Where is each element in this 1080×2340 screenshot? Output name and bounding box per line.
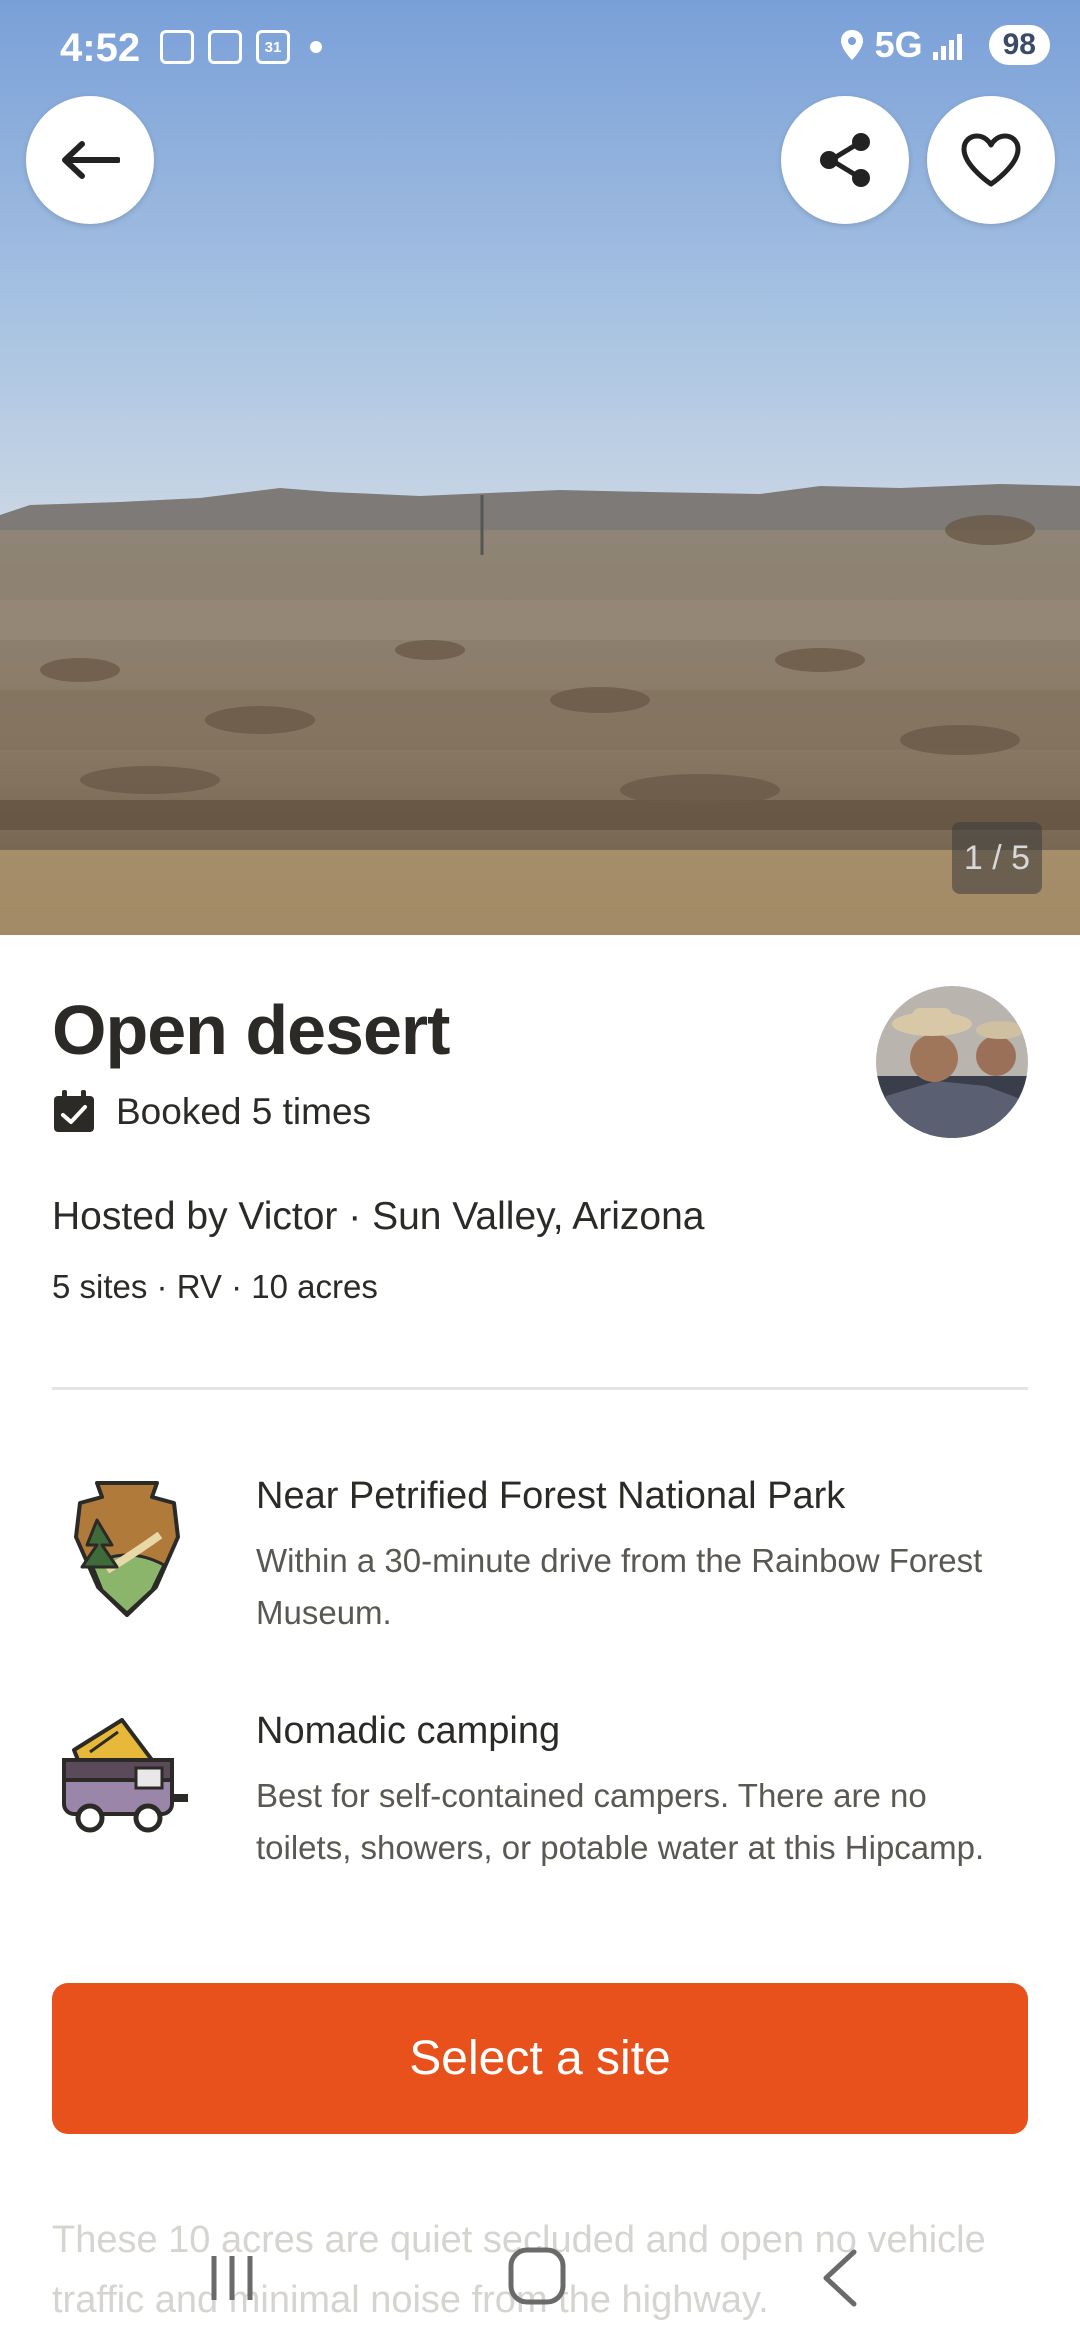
location-pin-icon bbox=[840, 30, 863, 60]
battery-level: 98 bbox=[988, 25, 1050, 65]
host-photo bbox=[876, 986, 1028, 1138]
more-notifications-dot-icon bbox=[310, 41, 322, 53]
desert-landscape-image bbox=[0, 0, 1080, 935]
host-avatar[interactable] bbox=[876, 986, 1028, 1138]
recent-apps-icon[interactable] bbox=[202, 2248, 262, 2308]
section-divider bbox=[52, 1387, 1028, 1390]
status-time: 4:52 bbox=[60, 26, 141, 70]
photo-counter: 1 / 5 bbox=[952, 822, 1042, 894]
status-right: 5G 98 bbox=[839, 24, 1050, 66]
feature-item: Near Petrified Forest National Park With… bbox=[52, 1475, 1028, 1655]
booked-text: Booked 5 times bbox=[116, 1091, 372, 1132]
network-type: 5G bbox=[874, 24, 923, 65]
arrow-left-icon bbox=[62, 141, 120, 179]
calendar-notification-icon bbox=[208, 30, 242, 64]
share-button[interactable] bbox=[781, 96, 909, 224]
feature-title: Near Petrified Forest National Park bbox=[256, 1475, 846, 1517]
select-site-button[interactable]: Select a site bbox=[52, 1983, 1028, 2134]
feature-item: Nomadic camping Best for self-contained … bbox=[52, 1710, 1028, 1940]
listing-meta: 5 sites · RV · 10 acres bbox=[52, 1268, 378, 1305]
listing-title: Open desert bbox=[52, 991, 450, 1069]
notification-icons: 31 bbox=[160, 30, 322, 64]
feature-description: Within a 30-minute drive from the Rainbo… bbox=[256, 1542, 983, 1631]
feature-title: Nomadic camping bbox=[256, 1710, 561, 1752]
status-bar: 4:52 31 5G 98 bbox=[0, 0, 1080, 100]
home-icon[interactable] bbox=[505, 2244, 569, 2308]
hero-photo[interactable] bbox=[0, 0, 1080, 935]
back-button[interactable] bbox=[26, 96, 154, 224]
calendar-check-icon bbox=[54, 1090, 94, 1132]
nav-back-icon[interactable] bbox=[818, 2246, 862, 2310]
signal-strength-icon bbox=[932, 34, 962, 60]
feature-description: Best for self-contained campers. There a… bbox=[256, 1777, 985, 1866]
booked-count: Booked 5 times bbox=[52, 1090, 371, 1134]
national-park-arrowhead-icon bbox=[74, 1481, 180, 1617]
host-location: Hosted by Victor · Sun Valley, Arizona bbox=[52, 1195, 705, 1238]
calendar-day-icon: 31 bbox=[256, 30, 290, 64]
share-icon bbox=[820, 133, 870, 187]
system-navigation-bar bbox=[0, 2230, 1080, 2340]
favorite-button[interactable] bbox=[927, 96, 1055, 224]
screenshot-notification-icon bbox=[160, 30, 194, 64]
camper-van-icon bbox=[62, 1718, 188, 1833]
heart-icon bbox=[961, 133, 1021, 187]
